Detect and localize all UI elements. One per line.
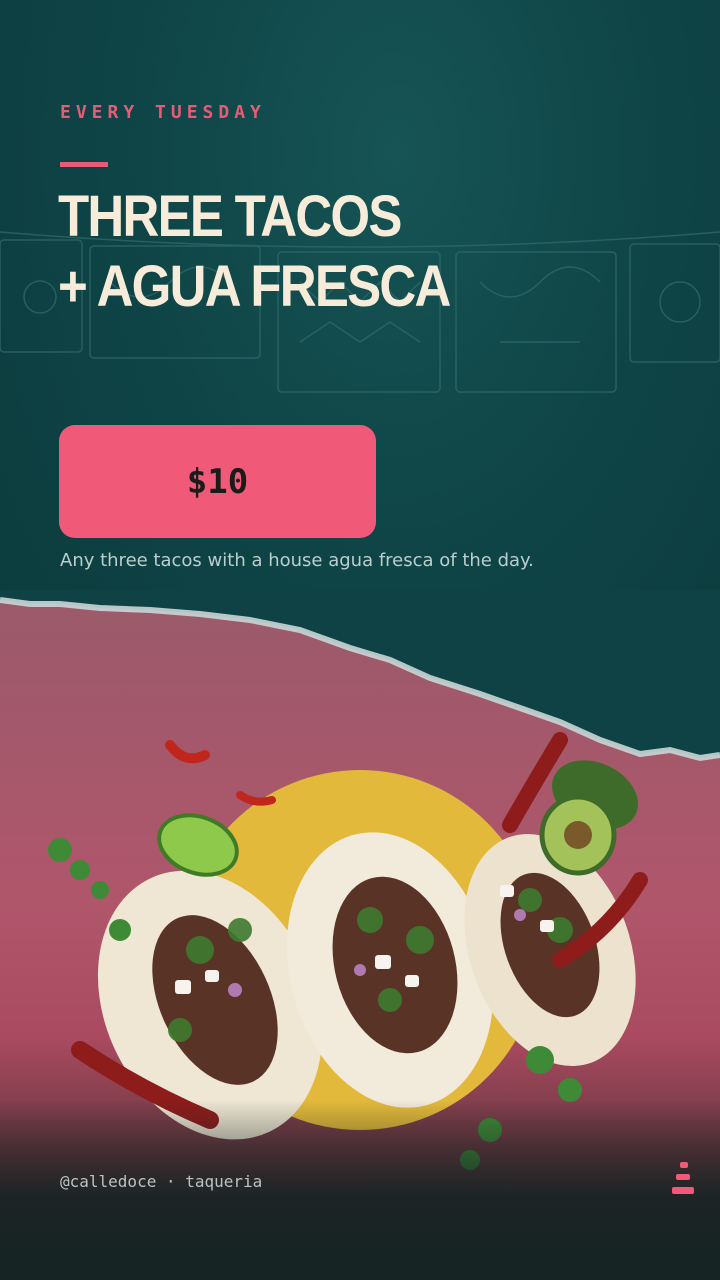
- social-handle: @calledoce · taqueria: [60, 1172, 263, 1191]
- kicker-text: EVERY TUESDAY: [60, 102, 266, 123]
- headline-line-1: THREE TACOS: [58, 184, 402, 249]
- accent-rule: [60, 162, 108, 167]
- offer-description: Any three tacos with a house agua fresca…: [60, 550, 534, 571]
- promo-story: EVERY TUESDAY THREE TACOS + AGUA FRESCA …: [0, 0, 720, 1280]
- headline-line-2: + AGUA FRESCA: [58, 254, 451, 319]
- headline: THREE TACOS + AGUA FRESCA: [58, 182, 451, 322]
- brand-logo-icon: [672, 1162, 694, 1194]
- price-button[interactable]: $10: [59, 425, 376, 538]
